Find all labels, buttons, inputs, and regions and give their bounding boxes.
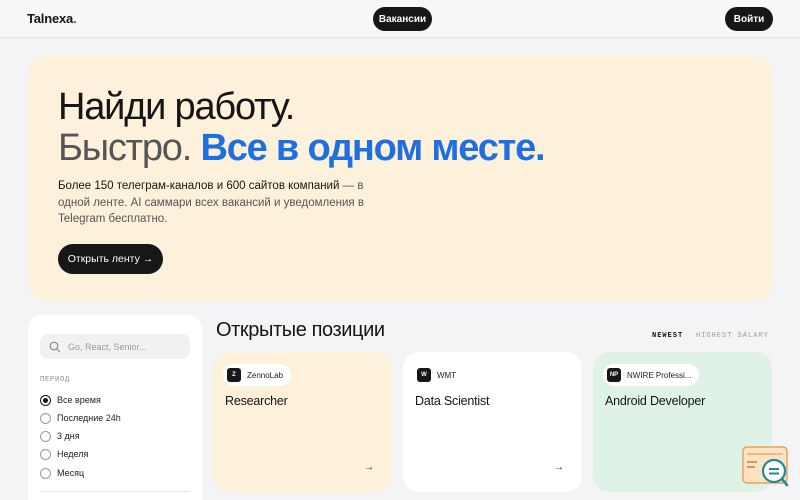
search-box[interactable] [40, 334, 190, 359]
search-icon [49, 341, 61, 352]
company-chip[interactable]: Z ZennoLab [223, 364, 292, 386]
company-logo: W [417, 368, 431, 382]
radio-icon[interactable] [40, 467, 51, 479]
site-header: Talnexa. Вакансии Войти [0, 0, 800, 38]
hero-banner: Найди работу. Быстро. Все в одном месте.… [28, 56, 773, 300]
period-option-label: Все время [57, 395, 101, 405]
hero-heading-muted: Быстро. [58, 127, 192, 169]
period-option-3days[interactable]: 3 дня [40, 429, 80, 443]
hero-description: Более 150 телеграм-каналов и 600 сайтов … [58, 178, 368, 228]
period-option-label: Неделя [57, 449, 89, 459]
sort-salary-tab[interactable]: HIGHEST SALARY [696, 332, 769, 340]
radio-icon[interactable] [40, 448, 51, 460]
radio-icon[interactable] [40, 412, 51, 424]
job-card[interactable]: W WMT Data Scientist → [403, 352, 582, 492]
company-chip[interactable]: NP NWIRE Professi... [603, 364, 699, 386]
open-feed-button[interactable]: Открыть ленту → [58, 244, 163, 274]
company-name: ZennoLab [247, 370, 284, 380]
helper-widget-icon[interactable] [741, 445, 791, 489]
sort-newest-tab[interactable]: NEWEST [652, 332, 683, 340]
login-button[interactable]: Войти [725, 7, 773, 31]
job-title: Data Scientist [415, 394, 490, 408]
company-name: WMT [437, 370, 457, 380]
period-option-label: Месяц [57, 468, 85, 478]
search-input[interactable] [68, 341, 188, 352]
job-card[interactable]: Z ZennoLab Researcher → [213, 352, 392, 492]
job-title: Researcher [225, 394, 288, 408]
job-title: Android Developer [605, 394, 706, 408]
company-logo: NP [607, 368, 621, 382]
logo-text: Talnexa [27, 11, 74, 26]
company-chip[interactable]: W WMT [413, 364, 465, 386]
period-filter-title: ПЕРИОД [40, 376, 71, 384]
logo-dot: . [73, 11, 77, 26]
arrow-right-icon[interactable]: → [548, 456, 570, 478]
positions-title: Открытые позиции [216, 319, 385, 341]
arrow-right-icon[interactable]: → [358, 456, 380, 478]
period-option-week[interactable]: Неделя [40, 447, 88, 461]
period-option-label: Последние 24h [57, 413, 121, 423]
period-option-month[interactable]: Месяц [40, 466, 84, 480]
hero-heading-line1: Найди работу. [58, 86, 295, 128]
hero-heading-line2: Быстро. Все в одном месте. [58, 127, 546, 170]
logo[interactable]: Talnexa. [27, 11, 77, 26]
company-name: NWIRE Professi... [627, 370, 692, 380]
period-option-label: 3 дня [57, 431, 80, 441]
hero-heading-accent: Все в одном месте. [200, 127, 545, 169]
radio-checked-icon[interactable] [40, 394, 51, 406]
nav-vacancies-button[interactable]: Вакансии [373, 7, 432, 31]
hero-description-strong: Более 150 телеграм-каналов и 600 сайтов … [58, 180, 340, 192]
period-option-24h[interactable]: Последние 24h [40, 411, 121, 425]
period-option-all[interactable]: Все время [40, 393, 101, 407]
sidebar-divider [40, 491, 190, 492]
filter-sidebar: ПЕРИОД Все время Последние 24h 3 дня Нед… [28, 315, 202, 500]
company-logo: Z [227, 368, 241, 382]
radio-icon[interactable] [40, 430, 51, 442]
